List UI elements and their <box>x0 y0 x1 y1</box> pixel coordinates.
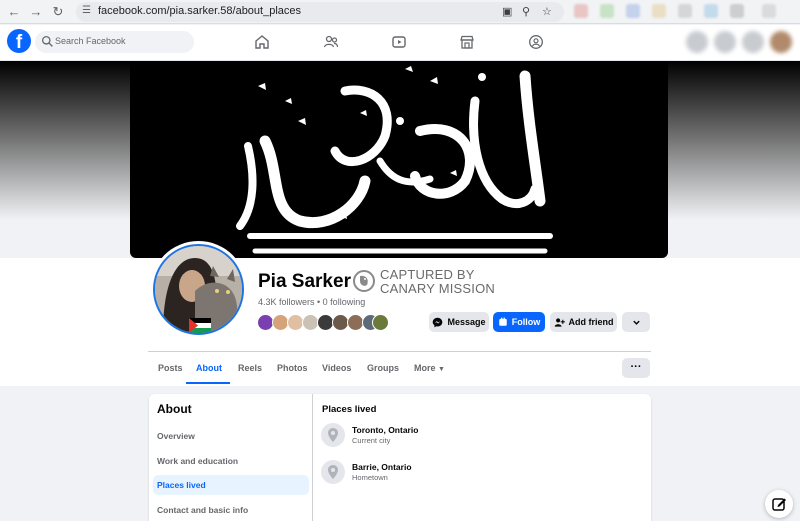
home-icon[interactable] <box>254 34 270 50</box>
more-options-button[interactable]: ··· <box>622 358 650 378</box>
arabic-calligraphy-image <box>236 66 553 254</box>
facebook-header: f Search Facebook <box>0 25 800 61</box>
about-nav-overview[interactable]: Overview <box>157 431 195 441</box>
new-message-button[interactable] <box>765 490 793 518</box>
about-title: About <box>157 402 192 416</box>
canary-line-2: CANARY MISSION <box>380 281 496 296</box>
messenger-icon[interactable] <box>714 31 736 53</box>
location-pin-icon <box>321 423 345 447</box>
chevron-down-icon <box>632 320 640 325</box>
follow-label: Follow <box>511 317 541 327</box>
compose-icon <box>772 498 786 511</box>
extension-icon[interactable] <box>626 4 640 18</box>
search-input[interactable]: Search Facebook <box>35 31 194 53</box>
profile-name: Pia Sarker <box>258 271 351 292</box>
notifications-icon[interactable] <box>742 31 764 53</box>
canary-mission-label: CAPTURED BY CANARY MISSION <box>380 268 495 296</box>
location-pin-icon <box>321 460 345 484</box>
follow-icon <box>499 317 507 326</box>
message-label: Message <box>447 317 486 327</box>
browser-menu-icon[interactable] <box>762 4 776 18</box>
caret-down-icon: ▼ <box>438 366 445 373</box>
friends-icon[interactable] <box>323 34 339 50</box>
extension-icon[interactable] <box>600 4 614 18</box>
canary-line-1: CAPTURED BY <box>380 267 475 282</box>
follower-avatar[interactable] <box>372 314 389 331</box>
search-placeholder: Search Facebook <box>55 36 126 46</box>
about-nav-contact-info[interactable]: Contact and basic info <box>157 505 248 515</box>
extension-icon[interactable] <box>652 4 666 18</box>
extension-icon[interactable] <box>678 4 692 18</box>
address-bar[interactable]: ☰ facebook.com/pia.sarker.58/about_place… <box>76 2 564 22</box>
video-icon[interactable] <box>391 34 407 50</box>
tab-reels[interactable]: Reels <box>238 363 262 373</box>
about-nav-work-education[interactable]: Work and education <box>157 456 238 466</box>
back-icon[interactable]: ← <box>6 4 22 20</box>
tab-groups[interactable]: Groups <box>367 363 399 373</box>
groups-icon[interactable] <box>528 34 544 50</box>
extension-icon[interactable] <box>574 4 588 18</box>
url-text: facebook.com/pia.sarker.58/about_places <box>98 5 302 17</box>
tab-photos[interactable]: Photos <box>277 363 308 373</box>
tabs-divider <box>148 351 651 352</box>
marketplace-icon[interactable] <box>459 34 475 50</box>
extension-icon[interactable] <box>704 4 718 18</box>
active-tab-indicator <box>186 382 230 384</box>
search-icon <box>41 35 53 47</box>
profile-photo <box>155 246 242 333</box>
reload-icon[interactable]: ↻ <box>50 4 66 20</box>
tab-posts[interactable]: Posts <box>158 363 183 373</box>
cover-photo[interactable] <box>130 61 668 258</box>
tab-videos[interactable]: Videos <box>322 363 351 373</box>
install-app-icon[interactable]: ▣ <box>502 5 512 18</box>
account-avatar[interactable] <box>770 31 792 53</box>
zoom-icon[interactable]: ⚲ <box>522 5 530 18</box>
about-nav-places-lived[interactable]: Places lived <box>157 480 206 490</box>
canary-mission-logo-icon <box>353 270 375 292</box>
menu-icon[interactable] <box>686 31 708 53</box>
profile-avatar[interactable] <box>153 244 244 335</box>
places-lived-heading: Places lived <box>322 404 377 415</box>
add-friend-button[interactable]: Add friend <box>550 312 617 332</box>
extension-icon[interactable] <box>730 4 744 18</box>
about-divider <box>312 394 313 521</box>
message-button[interactable]: Message <box>429 312 489 332</box>
add-friend-label: Add friend <box>568 317 614 327</box>
browser-toolbar: ← → ↻ ☰ facebook.com/pia.sarker.58/about… <box>0 0 800 24</box>
tab-more[interactable]: More ▼ <box>414 363 445 373</box>
place-type: Hometown <box>352 473 388 482</box>
profile-dropdown-button[interactable] <box>622 312 650 332</box>
place-type: Current city <box>352 436 391 445</box>
forward-icon[interactable]: → <box>28 4 44 20</box>
bookmark-star-icon[interactable]: ☆ <box>542 5 552 18</box>
site-settings-icon[interactable]: ☰ <box>82 5 91 16</box>
messenger-icon <box>433 317 443 327</box>
add-friend-icon <box>554 317 565 327</box>
tab-more-label: More <box>414 363 436 373</box>
place-name[interactable]: Toronto, Ontario <box>352 425 418 435</box>
place-name[interactable]: Barrie, Ontario <box>352 462 412 472</box>
tab-about[interactable]: About <box>196 363 222 373</box>
followers-count[interactable]: 4.3K followers • 0 following <box>258 297 365 307</box>
facebook-logo-icon[interactable]: f <box>7 29 31 53</box>
ellipsis-icon: ··· <box>630 361 642 373</box>
follow-button[interactable]: Follow <box>493 312 545 332</box>
